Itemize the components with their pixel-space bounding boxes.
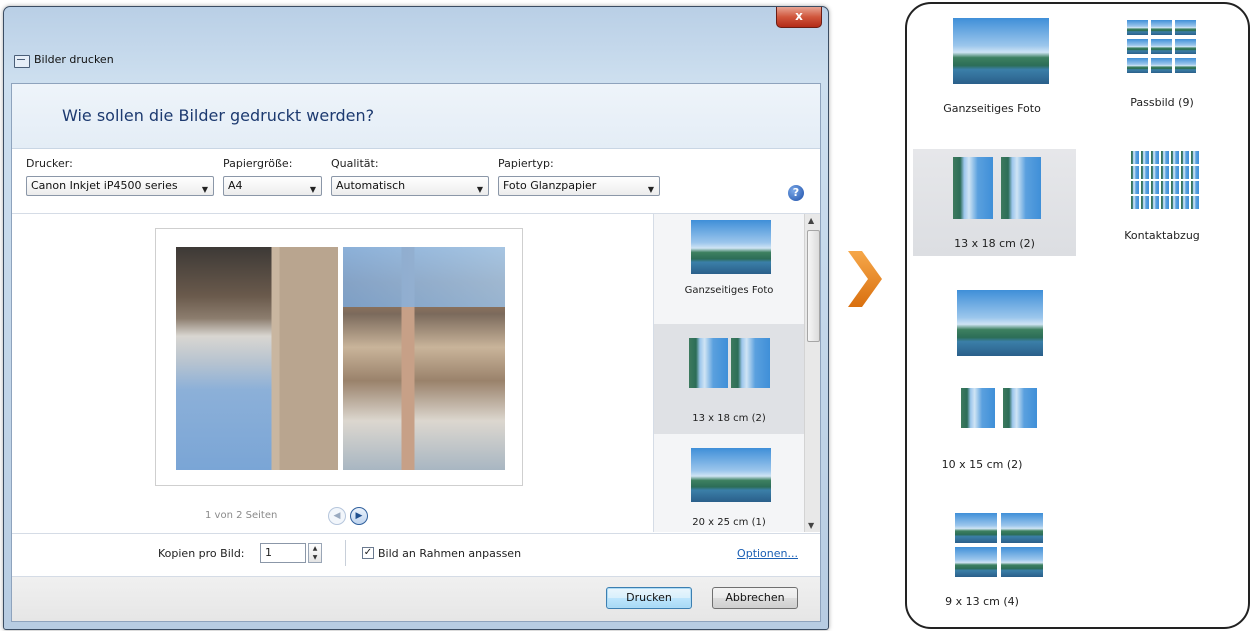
layout-thumbnail	[691, 220, 771, 274]
dropdown-arrow-icon: ▼	[476, 185, 483, 194]
layout-thumbnail	[953, 157, 993, 219]
cancel-button[interactable]: Abbrechen	[712, 587, 798, 609]
button-bar: Drucken Abbrechen	[12, 576, 820, 621]
paper-size-field: Papiergröße: A4 ▼	[223, 157, 322, 196]
quality-value: Automatisch	[336, 179, 406, 192]
paper-size-value: A4	[228, 179, 243, 192]
panel-item-9x13[interactable]: 9 x 13 cm (4)	[917, 509, 1047, 619]
layout-list: Ganzseitiges Foto 13 x 18 cm (2) 20 x 25…	[653, 214, 804, 532]
preview-page	[155, 228, 523, 486]
panel-item-10x15[interactable]: 10 x 15 cm (2)	[917, 284, 1047, 484]
layout-item-13x18[interactable]: 13 x 18 cm (2)	[654, 324, 804, 434]
scroll-down-icon[interactable]: ▼	[808, 521, 814, 530]
quality-label: Qualität:	[331, 157, 379, 170]
panel-item-label: 13 x 18 cm (2)	[954, 237, 1035, 250]
printer-field: Drucker: Canon Inkjet iP4500 series ▼	[26, 157, 214, 196]
print-settings-bar: Drucker: Canon Inkjet iP4500 series ▼ Pa…	[12, 149, 820, 214]
panel-item-label: 10 x 15 cm (2)	[941, 458, 1023, 471]
panel-item-passport[interactable]: Passbild (9)	[1097, 14, 1227, 139]
layout-item-label: 20 x 25 cm (1)	[692, 517, 766, 528]
scrollbar-thumb[interactable]	[807, 230, 820, 342]
print-preview: 1 von 2 Seiten ◀ ▶	[12, 214, 650, 532]
copies-label: Kopien pro Bild:	[158, 547, 245, 560]
divider	[345, 540, 346, 566]
dropdown-arrow-icon: ▼	[201, 185, 208, 194]
paper-size-label: Papiergröße:	[223, 157, 293, 170]
help-icon[interactable]: ?	[788, 185, 804, 201]
panel-item-label: Kontaktabzug	[1124, 229, 1200, 242]
layout-thumbnail	[957, 290, 1043, 356]
quality-select[interactable]: Automatisch ▼	[331, 176, 489, 196]
layout-item-20x25[interactable]: 20 x 25 cm (1)	[654, 434, 804, 532]
layout-options-panel: Ganzseitiges Foto Passbild (9) 13 x 18 c…	[905, 2, 1250, 629]
layout-thumbnail	[1001, 157, 1041, 219]
previous-page-button[interactable]: ◀	[328, 507, 346, 525]
scroll-up-icon[interactable]: ▲	[808, 216, 814, 225]
layout-item-label: 13 x 18 cm (2)	[692, 413, 766, 424]
next-page-button[interactable]: ▶	[350, 507, 368, 525]
copies-stepper[interactable]: ▲ ▼	[308, 543, 322, 563]
layout-scrollbar[interactable]: ▲ ▼	[804, 214, 820, 532]
panel-item-label: Passbild (9)	[1130, 96, 1194, 109]
title-bar: Bilder drucken x	[4, 7, 828, 83]
layout-thumbnail	[1003, 388, 1037, 428]
paper-type-field: Papiertyp: Foto Glanzpapier ▼	[498, 157, 660, 196]
fit-frame-checkbox[interactable]: ✓	[362, 547, 374, 559]
layout-thumbnail	[953, 18, 1049, 84]
printer-select[interactable]: Canon Inkjet iP4500 series ▼	[26, 176, 214, 196]
window-title: Bilder drucken	[34, 53, 114, 66]
paper-type-label: Papiertyp:	[498, 157, 554, 170]
layout-thumbnail	[691, 448, 771, 502]
dialog-client-area: Wie sollen die Bilder gedruckt werden? D…	[11, 83, 821, 622]
layout-item-label: Ganzseitiges Foto	[684, 285, 774, 296]
question-header: Wie sollen die Bilder gedruckt werden?	[12, 84, 820, 149]
chevron-right-icon: ▶	[355, 511, 363, 521]
layout-thumbnail	[731, 338, 770, 388]
paper-type-value: Foto Glanzpapier	[503, 179, 597, 192]
dialog-question: Wie sollen die Bilder gedruckt werden?	[62, 106, 375, 125]
panel-item-full-page[interactable]: Ganzseitiges Foto	[917, 14, 1067, 139]
fit-frame-label: Bild an Rahmen anpassen	[378, 547, 522, 560]
options-link[interactable]: Optionen...	[737, 547, 798, 560]
chevron-left-icon: ◀	[333, 511, 341, 521]
layout-thumbnail	[689, 338, 728, 388]
panel-item-label: 9 x 13 cm (4)	[945, 595, 1019, 608]
printer-label: Drucker:	[26, 157, 73, 170]
print-pictures-dialog: Bilder drucken x Wie sollen die Bilder g…	[3, 6, 829, 630]
copies-input[interactable]: 1	[260, 543, 306, 563]
options-bar: Kopien pro Bild: 1 ▲ ▼ ✓ Bild an Rahmen a…	[12, 533, 820, 576]
print-button[interactable]: Drucken	[606, 587, 692, 609]
quality-field: Qualität: Automatisch ▼	[331, 157, 489, 196]
paper-size-select[interactable]: A4 ▼	[223, 176, 322, 196]
dropdown-arrow-icon: ▼	[647, 185, 654, 194]
paper-type-select[interactable]: Foto Glanzpapier ▼	[498, 176, 660, 196]
preview-photo-2	[343, 247, 505, 470]
panel-item-label: Ganzseitiges Foto	[943, 102, 1041, 115]
dropdown-arrow-icon: ▼	[309, 185, 316, 194]
printer-window-icon	[14, 55, 30, 68]
layout-item-full-page[interactable]: Ganzseitiges Foto	[654, 214, 804, 324]
layout-thumbnail	[961, 388, 995, 428]
page-indicator: 1 von 2 Seiten	[205, 510, 278, 521]
panel-item-13x18[interactable]: 13 x 18 cm (2)	[913, 149, 1076, 256]
printer-value: Canon Inkjet iP4500 series	[31, 179, 178, 192]
panel-item-contact-sheet[interactable]: Kontaktabzug	[1097, 149, 1227, 256]
close-button[interactable]: x	[776, 7, 822, 28]
preview-photo-1	[176, 247, 338, 470]
